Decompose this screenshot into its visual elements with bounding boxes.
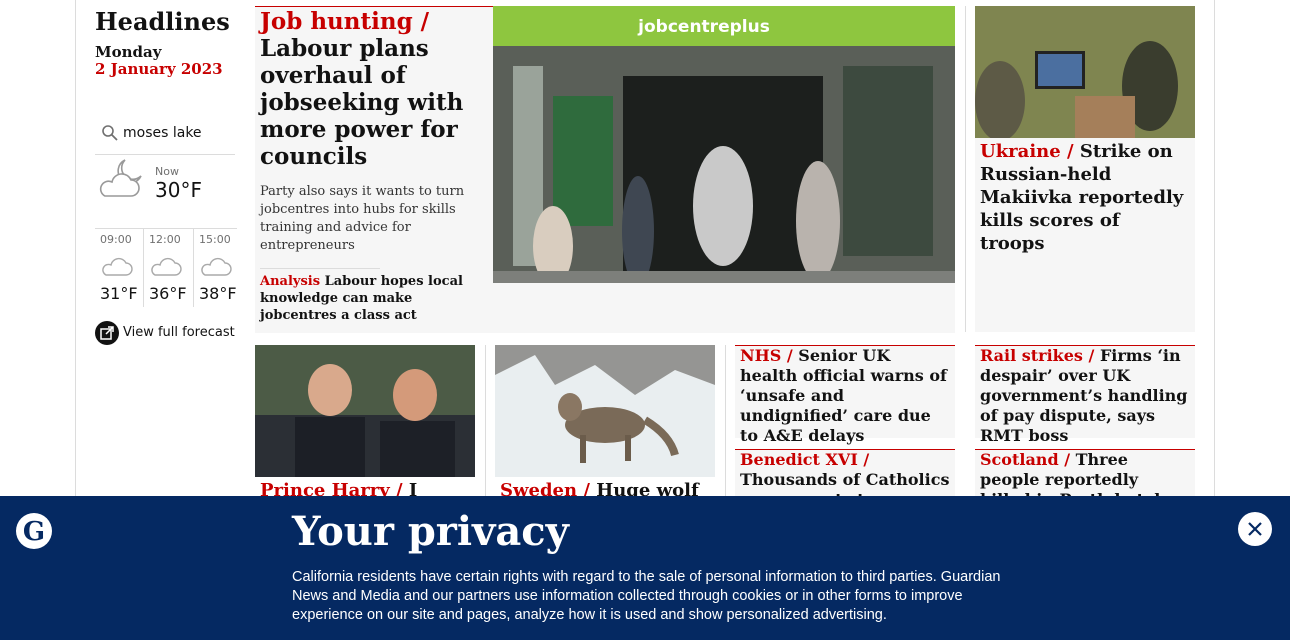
column-divider: [725, 345, 726, 505]
date-full: 2 January 2023: [95, 60, 223, 78]
section-heading: Headlines: [95, 7, 230, 36]
nhs-kicker: NHS /: [740, 346, 793, 365]
lead-image[interactable]: jobcentreplus: [493, 6, 955, 283]
harry-image[interactable]: [255, 345, 475, 477]
forecast-link-label: View full forecast: [123, 325, 235, 340]
lead-standfirst: Party also says it wants to turn jobcent…: [260, 184, 465, 253]
lead-kicker: Job hunting /: [260, 8, 430, 35]
column-divider: [485, 345, 486, 505]
rail-headline[interactable]: Rail strikes / Firms ‘in despair’ over U…: [980, 346, 1192, 446]
cloud-icon: [199, 253, 233, 281]
close-icon: [1248, 522, 1262, 536]
hour-time: 15:00: [199, 233, 231, 246]
weather-location-search[interactable]: moses lake: [95, 118, 235, 155]
weather-now-temp: 30°F: [155, 178, 202, 202]
hour-temp: 31°F: [100, 284, 138, 303]
rail-kicker: Rail strikes /: [980, 346, 1095, 365]
privacy-body: California residents have certain rights…: [292, 569, 1001, 623]
nhs-headline[interactable]: NHS / Senior UK health official warns of…: [740, 346, 952, 446]
date-day: Monday: [95, 43, 162, 61]
ukraine-kicker: Ukraine /: [980, 141, 1074, 162]
lead-headline[interactable]: Job hunting / Labour plans overhaul of j…: [260, 8, 480, 170]
search-icon: [101, 124, 119, 146]
related-link[interactable]: Analysis Labour hopes local knowledge ca…: [260, 273, 480, 324]
external-link-icon: [95, 321, 119, 345]
hour-temp: 38°F: [199, 284, 237, 303]
scotland-kicker: Scotland /: [980, 450, 1071, 469]
ukraine-headline[interactable]: Ukraine / Strike on Russian-held Makiivk…: [980, 140, 1190, 255]
hour-time: 12:00: [149, 233, 181, 246]
cloud-icon: [149, 253, 183, 281]
weather-now-label: Now: [155, 165, 179, 178]
privacy-banner: G Your privacy California residents have…: [0, 496, 1290, 640]
hour-item: 12:00 36°F: [143, 229, 190, 307]
hour-item: 15:00 38°F: [193, 229, 240, 307]
hour-time: 09:00: [100, 233, 132, 246]
benedict-kicker: Benedict XVI /: [740, 450, 870, 469]
hour-item: 09:00 31°F: [95, 229, 141, 307]
related-kicker: Analysis: [260, 274, 321, 289]
divider: [260, 268, 380, 269]
hour-temp: 36°F: [149, 284, 187, 303]
partly-cloudy-night-icon: [95, 156, 147, 206]
svg-text:G: G: [23, 517, 45, 547]
column-divider: [965, 6, 966, 332]
hourly-forecast: 09:00 31°F 12:00 36°F 15:00 38°F: [95, 228, 237, 309]
privacy-title: Your privacy: [292, 508, 569, 555]
cloud-icon: [100, 253, 134, 281]
guardian-logo-icon: G: [16, 513, 52, 549]
close-button[interactable]: [1238, 512, 1272, 546]
wolf-image[interactable]: [495, 345, 715, 477]
image-sign-text: jobcentreplus: [637, 17, 770, 37]
weather-location-input[interactable]: moses lake: [123, 125, 202, 141]
lead-headline-text: Labour plans overhaul of jobseeking with…: [260, 35, 464, 170]
ukraine-image[interactable]: [975, 6, 1195, 138]
